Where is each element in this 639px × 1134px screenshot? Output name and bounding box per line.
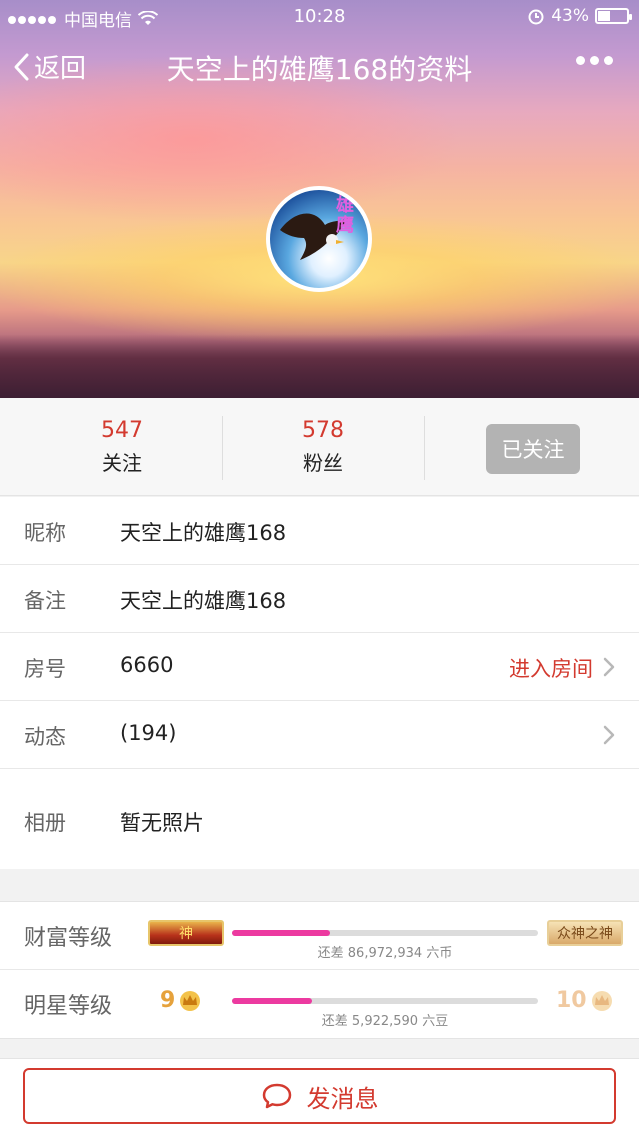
followed-button[interactable]: 已关注 (486, 424, 580, 474)
levels-section: 财富等级 神 还差 86,972,934 六币 众神之神 明星等级 9 还差 5… (0, 901, 639, 1039)
chat-bubble-icon (262, 1083, 291, 1109)
feed-label: 动态 (24, 725, 66, 749)
star-next-number: 10 (556, 988, 587, 1013)
avatar-text: 雄鹰 (336, 195, 354, 236)
chevron-right-icon (603, 725, 615, 745)
star-current-level: 9 (160, 988, 203, 1013)
remark-label: 备注 (24, 589, 66, 613)
nickname-label: 昵称 (24, 521, 66, 545)
nav-bar: 返回 天空上的雄鹰168的资料 (0, 40, 639, 92)
nickname-value: 天空上的雄鹰168 (120, 521, 287, 545)
room-row[interactable]: 房号 6660 进入房间 (0, 633, 639, 701)
star-progress-bar (232, 998, 538, 1004)
following-count: 547 (101, 418, 143, 443)
feed-row[interactable]: 动态 (194) (0, 701, 639, 769)
nickname-row: 昵称 天空上的雄鹰168 (0, 497, 639, 565)
send-message-label: 发消息 (306, 1084, 379, 1113)
status-bar: 中国电信 10:28 43% (0, 0, 639, 34)
page-title: 天空上的雄鹰168的资料 (166, 53, 473, 86)
bottom-bar: 发消息 (0, 1058, 639, 1134)
fans-label: 粉丝 (303, 451, 343, 475)
wealth-level-row: 财富等级 神 还差 86,972,934 六币 众神之神 (0, 902, 639, 970)
album-value: 暂无照片 (120, 811, 204, 835)
room-value: 6660 (120, 653, 174, 677)
battery-percent: 43% (551, 6, 589, 26)
wealth-level-label: 财富等级 (24, 926, 113, 951)
room-label: 房号 (24, 657, 66, 681)
wealth-caption: 还差 86,972,934 六币 (317, 946, 453, 961)
remark-row[interactable]: 备注 天空上的雄鹰168 (0, 565, 639, 633)
star-level-row: 明星等级 9 还差 5,922,590 六豆 10 (0, 970, 639, 1038)
avatar[interactable]: 雄鹰 (266, 186, 372, 292)
fans-count: 578 (302, 418, 344, 443)
album-label: 相册 (24, 811, 66, 835)
remark-value: 天空上的雄鹰168 (120, 589, 287, 613)
wealth-progress-bar (232, 930, 538, 936)
crown-icon (591, 990, 612, 1011)
wealth-next-badge: 众神之神 (547, 920, 623, 946)
info-list: 昵称 天空上的雄鹰168 备注 天空上的雄鹰168 房号 6660 进入房间 动… (0, 497, 639, 869)
star-next-level: 10 (556, 988, 615, 1013)
crown-icon (180, 990, 201, 1011)
divider (424, 416, 425, 480)
star-progress-fill (232, 998, 312, 1004)
star-current-number: 9 (160, 988, 176, 1013)
send-message-button[interactable]: 发消息 (23, 1068, 616, 1124)
following-label: 关注 (102, 451, 142, 475)
battery-icon (595, 8, 632, 24)
star-level-label: 明星等级 (24, 994, 113, 1019)
alarm-icon (528, 9, 544, 25)
feed-value: (194) (120, 721, 177, 745)
fans-stat[interactable]: 578 粉丝 (223, 418, 423, 476)
album-row[interactable]: 相册 暂无照片 (0, 769, 639, 869)
following-stat[interactable]: 547 关注 (22, 418, 222, 476)
enter-room-link[interactable]: 进入房间 (509, 653, 593, 683)
wealth-current-badge: 神 (148, 920, 224, 946)
profile-cover: 中国电信 10:28 43% 返回 天空上的雄鹰168的资料 雄鹰 (0, 0, 639, 398)
more-dots-icon[interactable] (576, 56, 613, 65)
chevron-right-icon (603, 657, 615, 677)
wealth-progress-fill (232, 930, 330, 936)
star-caption: 还差 5,922,590 六豆 (321, 1014, 449, 1029)
